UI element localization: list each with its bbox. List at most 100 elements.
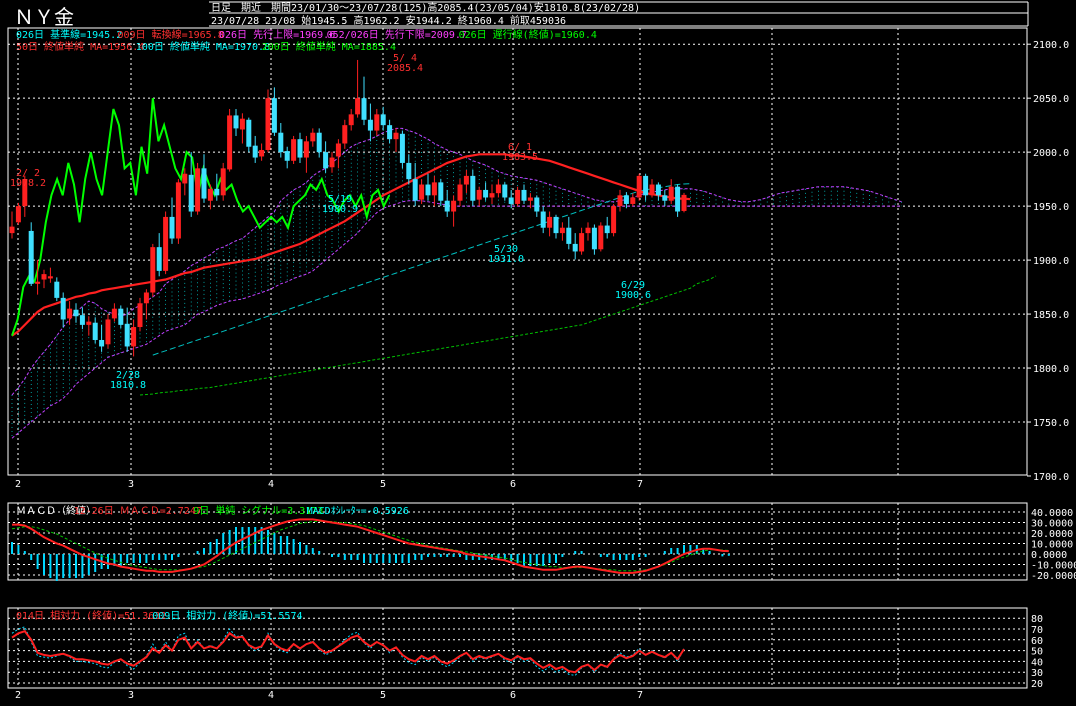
candle-body <box>566 227 572 244</box>
candle-body <box>278 132 284 153</box>
candle <box>323 141 329 173</box>
candle-body <box>86 321 92 325</box>
candle <box>643 173 649 201</box>
candle-body <box>438 182 444 201</box>
price-tick-label: 1750.0 <box>1033 418 1069 429</box>
candle-body <box>367 119 373 131</box>
candle <box>495 179 501 198</box>
candle-body <box>316 132 322 153</box>
candle <box>111 303 117 322</box>
price-tick-label: 1900.0 <box>1033 256 1069 267</box>
candle <box>553 214 559 239</box>
candle <box>559 222 565 241</box>
candle-body <box>182 173 188 184</box>
candle <box>227 108 233 172</box>
candle <box>271 87 277 136</box>
candle <box>393 128 399 153</box>
candle-body <box>348 114 354 126</box>
candle <box>668 179 674 204</box>
candle-body <box>137 303 143 328</box>
rsi-tick-label: 80 <box>1031 614 1043 625</box>
candle-body <box>323 152 329 169</box>
candle-body <box>585 227 591 234</box>
price-tick-label: 2000.0 <box>1033 148 1069 159</box>
candle-body <box>636 175 642 198</box>
candle <box>502 182 508 201</box>
annotation-value: 1983.5 <box>502 152 538 163</box>
candle-body <box>527 197 533 201</box>
x-month-label: 6 <box>510 479 516 490</box>
header: ＮＹ金 日足 期近 期間23/01/30～23/07/28(125)高2085.… <box>14 1 1029 29</box>
candle <box>451 195 457 227</box>
candle-body <box>380 114 386 126</box>
candle-body <box>649 184 655 196</box>
candle-body <box>73 309 79 317</box>
candle-body <box>412 179 418 201</box>
candle <box>387 119 393 144</box>
macd-legend-item: MACDｵｼﾚｰﾀｰ=-0.5926 <box>307 505 409 517</box>
candle <box>604 216 610 239</box>
axis-labels: 2 2 3 3 4 4 5 5 6 6 7 7 1700.0 1750.0 1800.0 1850.0 1900… <box>15 40 1076 701</box>
candle-body <box>335 143 341 157</box>
candle <box>476 186 482 207</box>
candle <box>361 76 367 126</box>
macd-legend-item: 12-26日 ＭＡＣＤ=2.7247 <box>74 506 202 517</box>
x-month-label: 3 <box>128 690 134 701</box>
chart-canvas: ＮＹ金 日足 期近 期間23/01/30～23/07/28(125)高2085.… <box>7 1 1076 701</box>
x-month-label: 3 <box>128 479 134 490</box>
candle-body <box>233 115 239 129</box>
candle <box>259 143 265 161</box>
candle-body <box>406 162 412 180</box>
candle <box>291 135 297 165</box>
candle-body <box>675 186 681 212</box>
candle <box>380 106 386 131</box>
candle-body <box>195 168 201 212</box>
candle-body <box>99 339 105 347</box>
candle <box>655 182 661 201</box>
candle-body <box>444 200 450 212</box>
price-tick-label: 2100.0 <box>1033 40 1069 51</box>
rsi-legend-item: 014日 相対力 (終値)=51.3632 <box>16 609 166 622</box>
candle-body <box>47 276 53 279</box>
candle-body <box>425 184 431 196</box>
candle <box>73 303 79 323</box>
candle <box>399 130 405 169</box>
candle <box>483 182 489 201</box>
candle-body <box>559 227 565 234</box>
rsi-panel: 014日 相対力 (終値)=51.3632009日 相対力 (終値)=51.55… <box>11 609 685 676</box>
candle-body <box>143 292 149 304</box>
candle-body <box>188 174 194 212</box>
candle <box>297 132 303 163</box>
candle <box>585 222 591 241</box>
candle-body <box>329 157 335 168</box>
macd-tick-label: 20.0000 <box>1031 529 1073 540</box>
candle <box>675 184 681 217</box>
candle <box>374 108 380 136</box>
candle <box>348 108 354 131</box>
candle <box>150 243 156 297</box>
candle <box>246 117 252 153</box>
ma50-line <box>11 153 691 337</box>
candle <box>54 277 60 302</box>
candle-body <box>495 184 501 194</box>
candle <box>60 292 66 328</box>
candle-body <box>297 139 303 158</box>
candle-body <box>303 141 309 158</box>
header-period-info: 日足 期近 期間23/01/30～23/07/28(125)高2085.4(23… <box>211 1 640 14</box>
candle-body <box>150 247 156 293</box>
candle-body <box>310 132 316 142</box>
candle-body <box>591 227 597 250</box>
candle <box>591 224 597 255</box>
candle-body <box>105 319 111 345</box>
rsi-tick-label: 30 <box>1031 668 1043 679</box>
rsi-tick-label: 70 <box>1031 625 1043 636</box>
candle-body <box>265 98 271 150</box>
candle-body <box>15 206 21 223</box>
candle <box>163 211 169 275</box>
x-month-label: 4 <box>268 479 274 490</box>
candle-body <box>284 151 290 161</box>
candle-body <box>35 281 41 284</box>
candle-body <box>79 315 85 325</box>
macd-tick-label: -20.0000 <box>1031 571 1076 582</box>
candle-body <box>534 197 540 212</box>
